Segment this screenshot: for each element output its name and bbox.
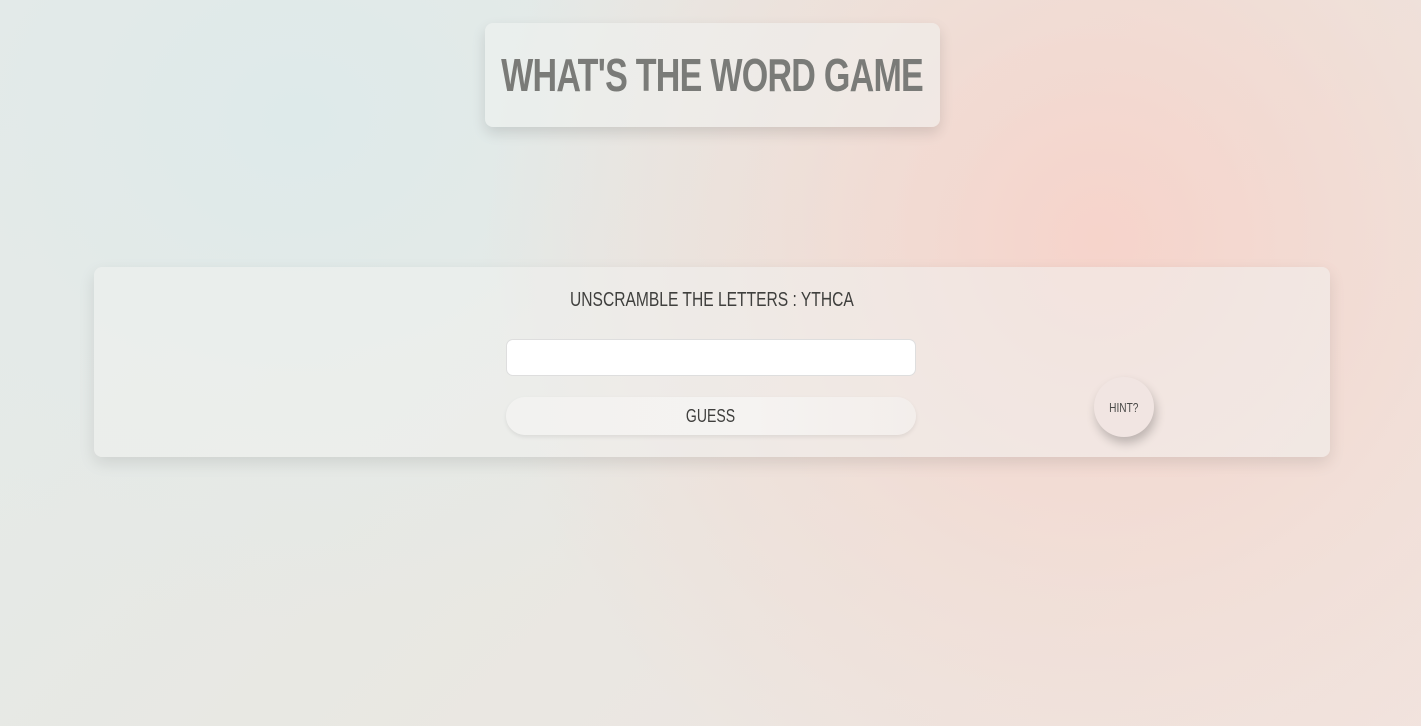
scramble-prompt-text: UNSCRAMBLE THE LETTERS : YTHCA (570, 289, 854, 311)
title-card: WHAT'S THE WORD GAME (485, 23, 940, 127)
hint-button[interactable]: HINT? (1094, 377, 1154, 437)
guess-button-label: GUESS (686, 405, 736, 426)
page-title: WHAT'S THE WORD GAME (501, 49, 925, 101)
scramble-prompt: UNSCRAMBLE THE LETTERS : YTHCA (94, 289, 1330, 312)
guess-input[interactable] (506, 339, 916, 376)
game-panel: UNSCRAMBLE THE LETTERS : YTHCA GUESS HIN… (94, 267, 1330, 457)
guess-button[interactable]: GUESS (506, 397, 916, 435)
hint-button-label: HINT? (1109, 399, 1139, 415)
